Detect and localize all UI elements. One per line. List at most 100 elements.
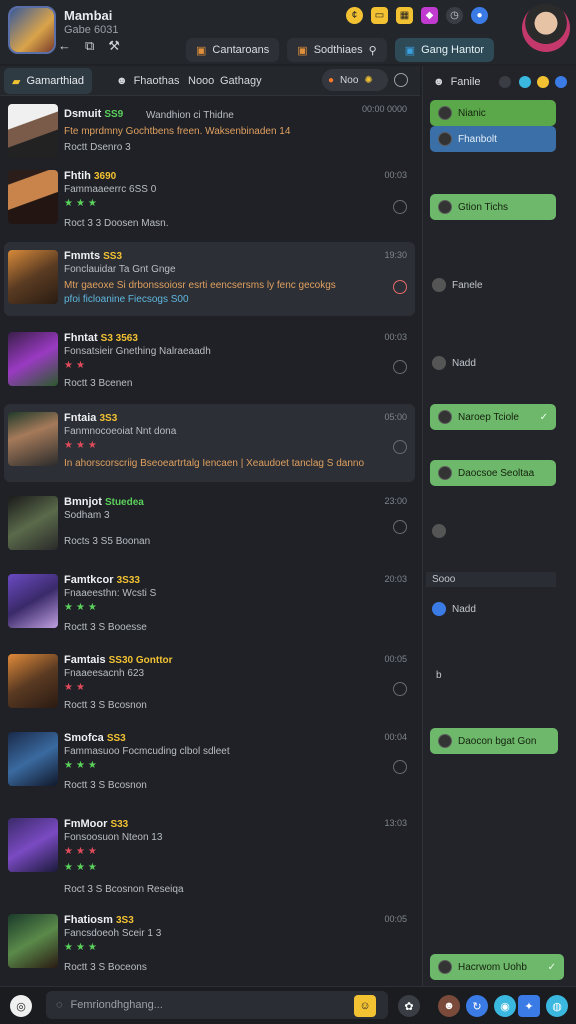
message-bubble[interactable]: Fhanbolt [430, 126, 556, 152]
avatar [438, 466, 452, 480]
app-subtitle: Gabe 6031 [64, 24, 119, 36]
coin-pill[interactable]: ● Noo ✺ [322, 69, 388, 91]
avatar [8, 250, 58, 304]
top-bar: Mambai Gabe 6031 ← ⧉ ⚒ ▣ Cantaroans ▣ So… [0, 0, 576, 64]
reply-icon[interactable] [393, 760, 407, 774]
avatar [8, 496, 58, 550]
list-item[interactable]: Bmnjot Stuedea Sodham 3 Rocts 3 S5 Boona… [4, 490, 415, 558]
message-item[interactable]: Fanele [432, 278, 483, 292]
reply-icon[interactable] [393, 440, 407, 454]
pin-icon: ⚲ [368, 44, 377, 57]
refresh-icon[interactable]: ↻ [466, 995, 488, 1017]
rating-stars: ★★★ [64, 760, 100, 771]
message-bubble[interactable]: Hacrwom Uohb ✓ [430, 954, 564, 980]
tweet-icon[interactable]: ✦ [518, 995, 540, 1017]
avatar [438, 200, 452, 214]
clock-icon[interactable]: ◷ [446, 7, 463, 24]
avatar [438, 132, 452, 146]
search-input[interactable]: ◌ Femriondhghang... [46, 991, 388, 1019]
list-item[interactable]: Fntaia 3S3 Fanmnocoeoiat Nnt dona ★★★ In… [4, 404, 415, 482]
message-bubble[interactable]: Naroep Tciole ✓ [430, 404, 556, 430]
settings-icon[interactable] [499, 76, 511, 88]
list-item[interactable]: FmMoor S33 Fonsoosuon Nteon 13 ★★★ ★★★ R… [4, 812, 415, 896]
folder-icon: ▰ [12, 75, 21, 88]
rating-stars: ★★ [64, 682, 88, 693]
list-item[interactable]: Smofca SS3 Fammasuoo Focmcuding clbol sd… [4, 726, 415, 800]
avatar [438, 410, 452, 424]
list-item[interactable]: Famtkcor 3S33 Fnaaeesthn: Wcsti S ★★★ Ro… [4, 568, 415, 640]
coin-icon[interactable]: ¢ [346, 7, 363, 24]
tab-sodthiaes[interactable]: ▣ Sodthiaes ⚲ [287, 38, 387, 62]
chat-icon[interactable] [555, 76, 567, 88]
avatar [8, 412, 58, 466]
browser-icon[interactable]: ◉ [494, 995, 516, 1017]
message-item[interactable]: Sooo [426, 572, 556, 587]
avatar [438, 734, 452, 748]
tab-icon: ▣ [404, 44, 416, 57]
message-bubble[interactable]: Gtion Tichs [430, 194, 556, 220]
rating-stars: ★★★ [64, 846, 100, 857]
list-item[interactable]: Fmmts SS3 Fonclauidar Ta Gnt Gnge Mtr ga… [4, 242, 415, 316]
contact-list: Dsmuit SS9 Wandhion ci Thidne Fte mprdmn… [0, 98, 420, 982]
avatar [8, 104, 58, 158]
hammer-icon[interactable]: ⚒ [108, 38, 120, 54]
list-item[interactable]: Famtais SS30 Gonttor Fnaaeesacnh 623 ★★ … [4, 648, 415, 720]
message-item[interactable]: Nadd [432, 356, 476, 370]
list-item[interactable]: Fhtih 3690 Fammaaeerrc 6SS 0 ★★★ Roct 3 … [4, 166, 415, 238]
toolbar: ← ⧉ ⚒ [58, 38, 120, 54]
list-item[interactable]: Fhntat S3 3563 Fonsatsieir Gnething Nalr… [4, 324, 415, 396]
store-icon[interactable]: ◆ [421, 7, 438, 24]
message-item[interactable]: Nadd [432, 602, 476, 616]
emoji-icon[interactable]: ☺ [354, 995, 376, 1017]
subtab-fhaothas[interactable]: ☻ Fhaothas [108, 68, 187, 94]
rating-stars: ★★ [64, 360, 88, 371]
tab-gang-hantor[interactable]: ▣ Gang Hantor [394, 38, 495, 62]
subtab-active[interactable]: ▰ Gamarthiad [4, 68, 92, 94]
reply-icon[interactable] [393, 360, 407, 374]
message-bubble[interactable]: Nianic [430, 100, 556, 126]
subtab-gathagy[interactable]: Gathagy [212, 68, 270, 94]
message-bubble[interactable]: Daocon bgat Gon [430, 728, 558, 754]
reply-icon[interactable] [393, 280, 407, 294]
avatar [8, 654, 58, 708]
reply-icon[interactable] [393, 520, 407, 534]
chat-tab[interactable]: ☻ Fanile [433, 70, 481, 94]
globe-icon[interactable]: ◍ [546, 995, 568, 1017]
avatar [432, 602, 446, 616]
tab-icon: ▣ [297, 44, 308, 57]
message-bubble[interactable]: Daocsoe Seoltaa [430, 460, 556, 486]
message-item[interactable]: b [436, 670, 442, 681]
user-avatar-small[interactable]: ☻ [438, 995, 460, 1017]
reply-icon[interactable] [393, 682, 407, 696]
group-icon: ☻ [433, 76, 445, 88]
notification-icon[interactable] [537, 76, 549, 88]
refresh-icon[interactable] [394, 73, 408, 87]
avatar [432, 356, 446, 370]
check-icon: ✓ [547, 961, 556, 973]
profile-avatar[interactable] [8, 6, 56, 54]
rating-stars: ★★★ [64, 942, 100, 953]
avatar [8, 170, 58, 224]
reply-icon[interactable] [393, 200, 407, 214]
inbox-icon[interactable]: ▭ [371, 7, 388, 24]
back-arrow-icon[interactable]: ← [58, 38, 71, 54]
user-avatar[interactable] [522, 4, 570, 52]
grid-icon[interactable]: ▦ [396, 7, 413, 24]
status-icon[interactable] [519, 76, 531, 88]
header-tabs: ▣ Cantaroans ▣ Sodthiaes ⚲ ▣ Gang Hantor [186, 38, 495, 62]
rating-stars: ★★★ [64, 198, 100, 209]
home-icon[interactable]: ◎ [10, 995, 32, 1017]
avatar [8, 332, 58, 386]
rating-stars: ★★★ [64, 862, 100, 873]
user-icon: ☻ [116, 75, 128, 87]
settings-icon[interactable]: ✿ [398, 995, 420, 1017]
globe-icon[interactable]: ● [471, 7, 488, 24]
avatar [432, 524, 446, 538]
tab-icon: ▣ [196, 44, 207, 57]
list-item[interactable]: Fhatiosm 3S3 Fancsdoeoh Sceir 1 3 ★★★ Ro… [4, 910, 415, 980]
message-item[interactable] [432, 524, 452, 538]
filter-icon[interactable]: ⧉ [85, 38, 94, 54]
tab-cantaroans[interactable]: ▣ Cantaroans [186, 38, 280, 62]
avatar [438, 106, 452, 120]
list-item[interactable]: Dsmuit SS9 Wandhion ci Thidne Fte mprdmn… [4, 100, 415, 162]
